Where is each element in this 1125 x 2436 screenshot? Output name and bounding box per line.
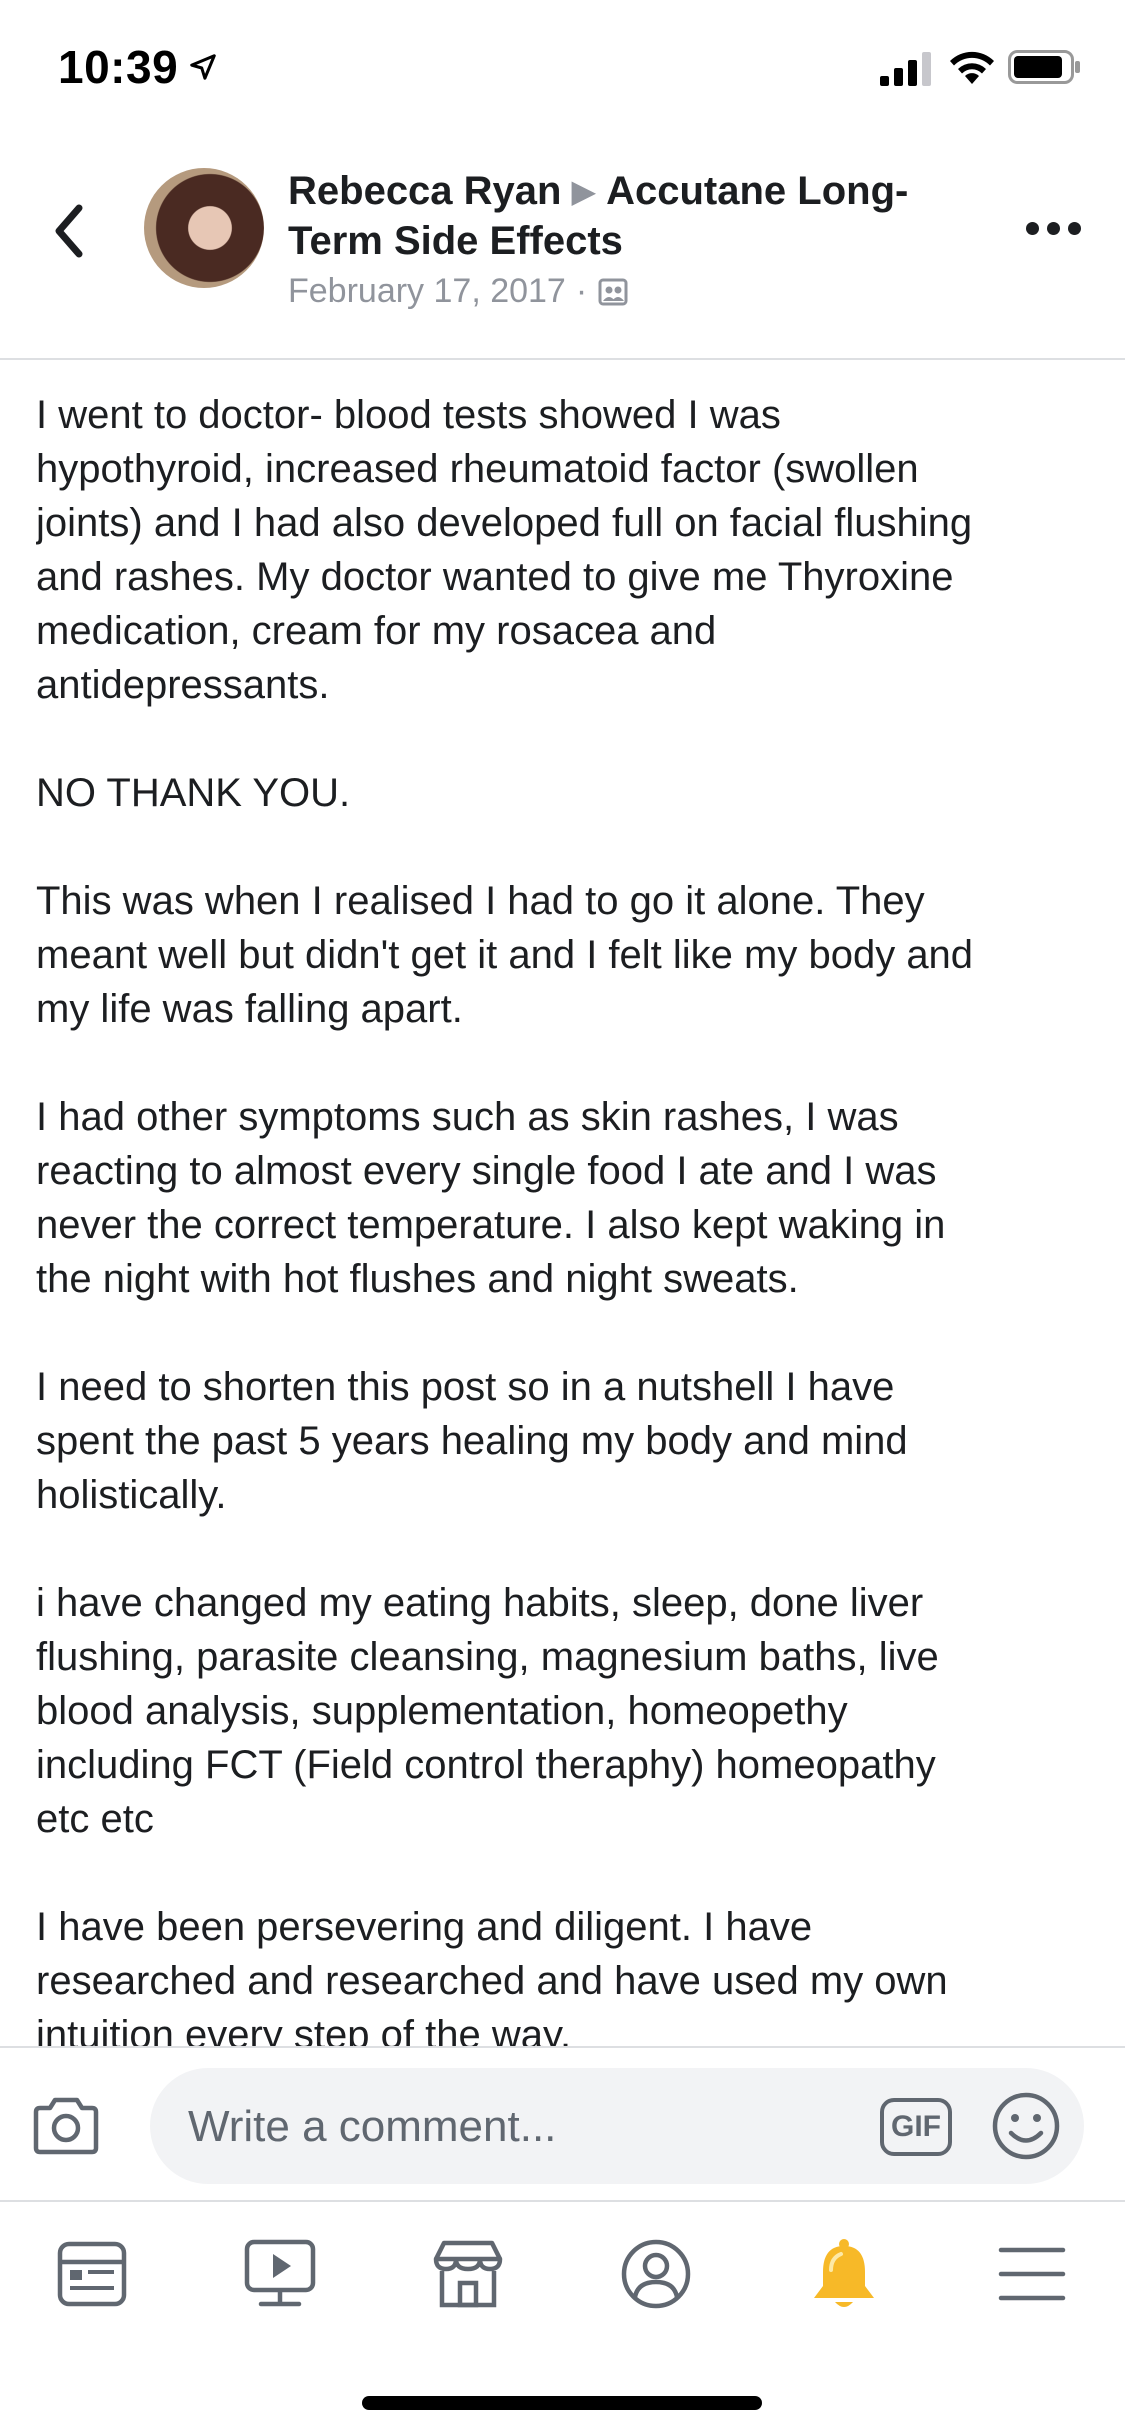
location-arrow-icon xyxy=(190,54,216,80)
marketplace-icon xyxy=(433,2240,503,2308)
more-dot xyxy=(1068,221,1081,235)
bottom-tab-bar xyxy=(0,2202,1125,2352)
gif-button[interactable]: GIF xyxy=(880,2098,952,2156)
back-button[interactable] xyxy=(46,198,90,264)
status-time: 10:39 xyxy=(58,41,179,93)
more-options-button[interactable] xyxy=(1026,216,1082,240)
emoji-icon[interactable] xyxy=(990,2090,1062,2162)
status-bar: 10:39 xyxy=(0,0,1125,132)
chevron-left-icon xyxy=(55,204,83,258)
tab-marketplace[interactable] xyxy=(428,2234,508,2314)
tab-notifications[interactable] xyxy=(804,2234,884,2314)
post-body: I went to doctor- blood tests showed I w… xyxy=(36,388,1096,2046)
watch-video-icon xyxy=(244,2239,316,2307)
cellular-signal-icon xyxy=(880,52,931,86)
author-avatar[interactable] xyxy=(144,168,264,288)
more-dot xyxy=(1047,221,1060,235)
author-name-link[interactable]: Rebecca Ryan xyxy=(288,169,561,213)
profile-icon xyxy=(621,2239,691,2309)
wifi-icon xyxy=(950,51,994,84)
post-date[interactable]: February 17, 2017 xyxy=(288,272,566,311)
tab-watch[interactable] xyxy=(240,2234,320,2314)
tab-profile[interactable] xyxy=(616,2234,696,2314)
news-feed-icon xyxy=(57,2241,127,2307)
comment-input[interactable]: Write a comment... GIF xyxy=(150,2068,1084,2184)
shared-to-arrow-icon: ▶ xyxy=(571,173,597,209)
home-indicator[interactable] xyxy=(362,2396,762,2410)
post-paragraph: i have changed my eating habits, sleep, … xyxy=(36,1581,939,1841)
tab-menu[interactable] xyxy=(992,2234,1072,2314)
menu-icon xyxy=(998,2247,1066,2301)
battery-icon xyxy=(1008,50,1080,84)
post-paragraph: I had other symptoms such as skin rashes… xyxy=(36,1095,946,1301)
post-meta: February 17, 2017 · xyxy=(288,272,629,311)
camera-icon[interactable] xyxy=(30,2094,102,2158)
post-header: Rebecca Ryan ▶ Accutane Long-Term Side Eff… xyxy=(0,132,1125,360)
more-dot xyxy=(1026,221,1039,235)
meta-separator: · xyxy=(575,272,588,310)
post-title-line: Rebecca Ryan ▶ Accutane Long-Term Side Eff… xyxy=(288,166,988,266)
post-paragraph: This was when I realised I had to go it … xyxy=(36,879,974,1031)
notifications-bell-icon xyxy=(814,2239,874,2307)
post-paragraph: NO THANK YOU. xyxy=(36,771,351,815)
post-paragraph: I need to shorten this post so in a nuts… xyxy=(36,1365,908,1517)
post-paragraph: I have been persevering and diligent. I … xyxy=(36,1905,948,2046)
comment-bar: Write a comment... GIF xyxy=(0,2046,1125,2202)
comment-placeholder: Write a comment... xyxy=(188,2102,557,2151)
post-paragraph: I went to doctor- blood tests showed I w… xyxy=(36,393,973,707)
group-audience-icon xyxy=(598,278,628,305)
tab-news-feed[interactable] xyxy=(52,2234,132,2314)
